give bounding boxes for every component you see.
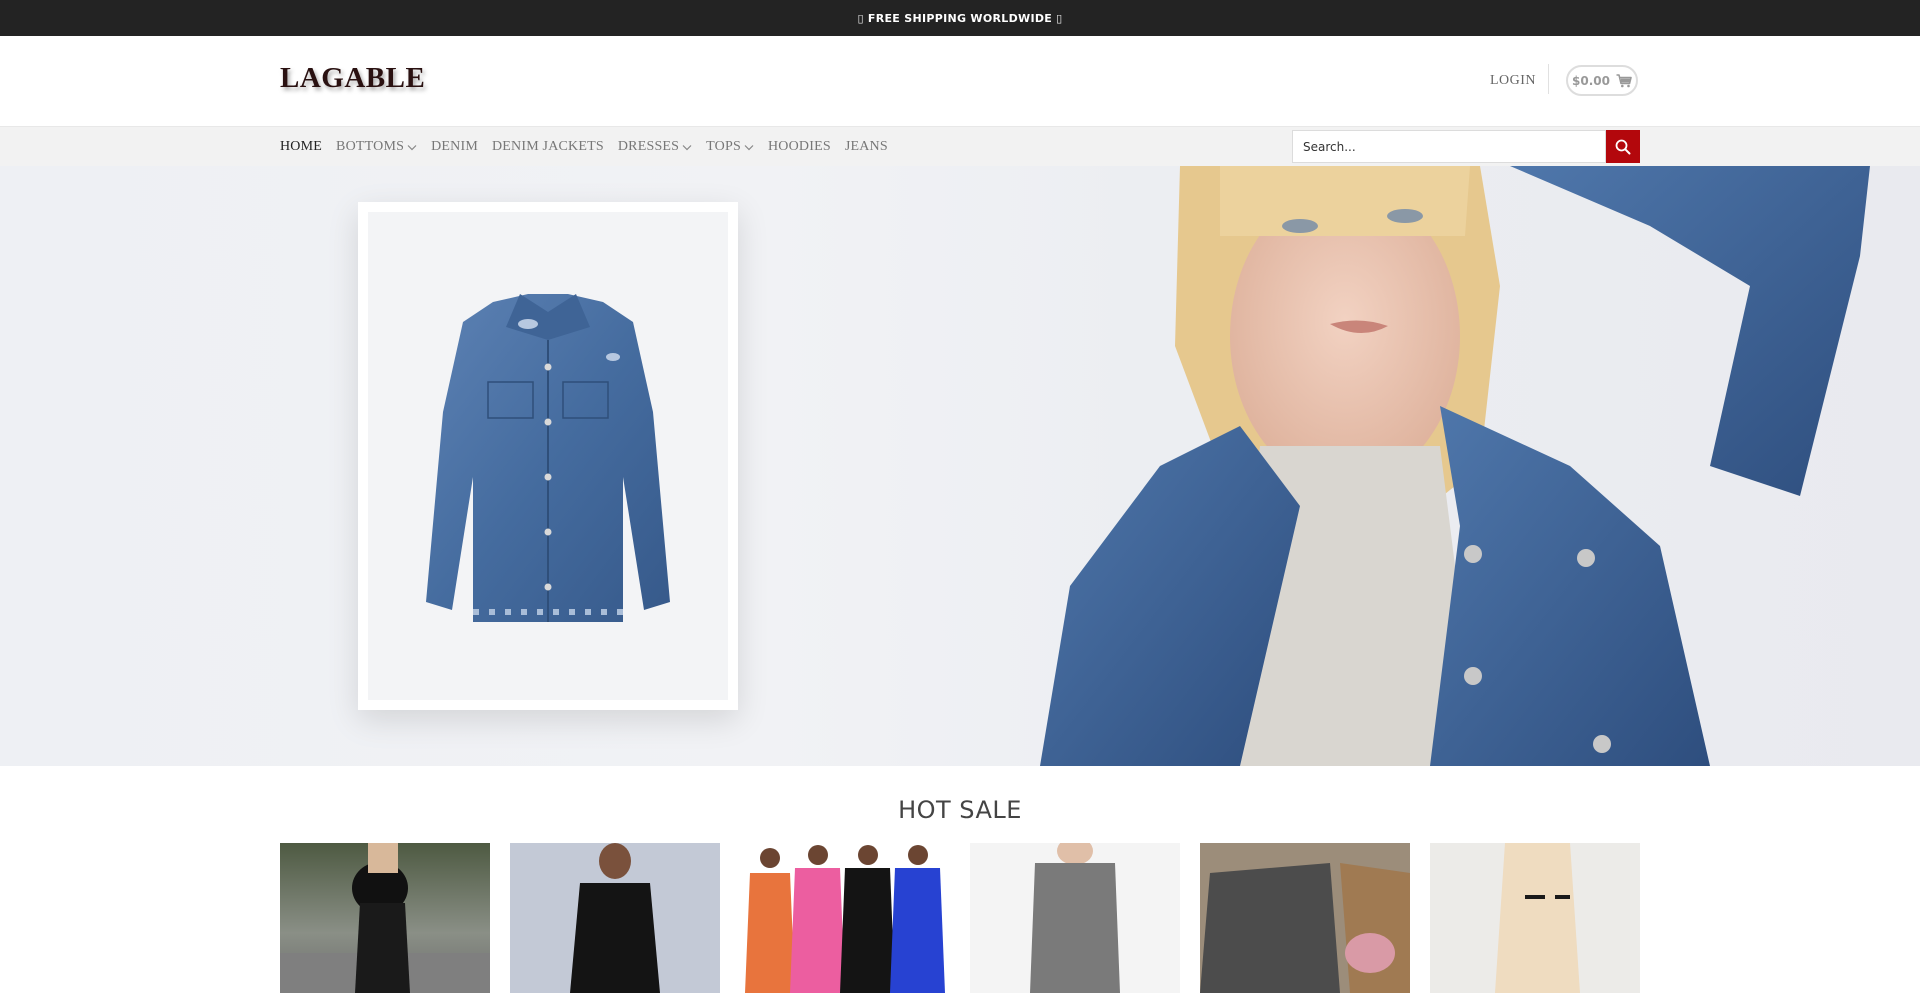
- product-card[interactable]: [280, 843, 490, 993]
- product-card[interactable]: [740, 843, 950, 993]
- nav-item-home[interactable]: HOME: [280, 139, 322, 155]
- nav-item-bottoms[interactable]: BOTTOMS: [336, 139, 417, 155]
- denim-jacket-image: [426, 294, 670, 622]
- product-card[interactable]: [510, 843, 720, 993]
- nav-label: DENIM: [431, 139, 478, 154]
- hero-product-frame: [358, 202, 738, 710]
- product-image: [1495, 843, 1580, 993]
- product-image: [1200, 863, 1410, 993]
- header-divider: [1548, 64, 1549, 94]
- product-card[interactable]: [970, 843, 1180, 993]
- product-image: [745, 845, 945, 993]
- product-image: [570, 843, 660, 993]
- search-form: [1292, 130, 1640, 163]
- cart-total: $0.00: [1572, 73, 1610, 88]
- chevron-down-icon: [407, 144, 417, 150]
- nav-item-denim-jackets[interactable]: DENIM JACKETS: [492, 139, 604, 155]
- login-link[interactable]: LOGIN: [1490, 73, 1536, 89]
- cart-icon: [1616, 73, 1632, 87]
- nav-label: JEANS: [844, 139, 888, 154]
- nav-item-hoodies[interactable]: HOODIES: [768, 139, 831, 155]
- nav-item-dresses[interactable]: DRESSES: [618, 139, 692, 155]
- announcement-text: FREE SHIPPING WORLDWIDE: [867, 11, 1053, 25]
- model-photo: [1040, 166, 1870, 766]
- section-title-hot-sale: HOT SALE: [898, 796, 1022, 824]
- announcement-right-icon: ▯: [1056, 11, 1063, 25]
- nav-item-jeans[interactable]: JEANS: [845, 139, 888, 155]
- site-header: LAGABLE LOGIN $0.00: [0, 36, 1920, 126]
- nav-label: HOODIES: [767, 139, 831, 154]
- nav-item-tops[interactable]: TOPS: [706, 139, 754, 155]
- chevron-down-icon: [682, 144, 692, 150]
- product-card[interactable]: [1200, 843, 1410, 993]
- search-button[interactable]: [1606, 130, 1640, 163]
- nav-label: HOME: [280, 139, 323, 154]
- nav-label: DRESSES: [617, 139, 680, 154]
- main-navbar: HOME BOTTOMS DENIM DENIM JACKETS DRESSES…: [0, 126, 1920, 166]
- announcement-bar: ▯ FREE SHIPPING WORLDWIDE ▯: [0, 0, 1920, 36]
- product-image: [1030, 843, 1120, 993]
- nav-label: BOTTOMS: [336, 139, 405, 154]
- cart-button[interactable]: $0.00: [1566, 65, 1638, 96]
- nav-label: TOPS: [706, 139, 741, 154]
- search-icon: [1615, 139, 1631, 154]
- product-image: [280, 843, 490, 993]
- site-logo[interactable]: LAGABLE: [280, 62, 425, 95]
- search-input[interactable]: [1292, 130, 1606, 163]
- nav-item-denim[interactable]: DENIM: [431, 139, 478, 155]
- main-nav: HOME BOTTOMS DENIM DENIM JACKETS DRESSES…: [280, 127, 902, 167]
- chevron-down-icon: [744, 144, 754, 150]
- announcement-left-icon: ▯: [857, 11, 864, 25]
- product-grid: [280, 843, 1640, 993]
- hero-banner[interactable]: [0, 166, 1920, 766]
- hero-product-image: [368, 212, 728, 700]
- product-card[interactable]: [1430, 843, 1640, 993]
- nav-label: DENIM JACKETS: [491, 139, 604, 154]
